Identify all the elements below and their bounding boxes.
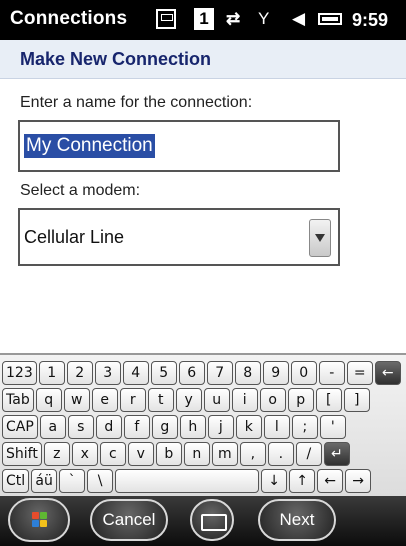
keyboard-row-4: Shift z x c v b n m , . / ↵	[2, 442, 350, 466]
backspace-key[interactable]: ←	[374, 361, 401, 385]
key[interactable]: x	[71, 442, 98, 466]
start-button[interactable]	[8, 498, 70, 542]
key[interactable]: h	[179, 415, 206, 439]
key[interactable]: ]	[343, 388, 370, 412]
key[interactable]: 5	[150, 361, 177, 385]
arrow-left-key[interactable]: ←	[317, 469, 344, 493]
accent-key[interactable]: áü	[31, 469, 58, 493]
connection-name-input[interactable]: My Connection	[18, 120, 340, 172]
keyboard-row-3: CAP a s d f g h j k l ; '	[2, 415, 346, 439]
window-icon[interactable]	[156, 9, 176, 29]
key[interactable]: u	[203, 388, 230, 412]
connection-name-value[interactable]: My Connection	[24, 134, 155, 158]
key[interactable]: y	[175, 388, 202, 412]
key[interactable]: 4	[122, 361, 149, 385]
key[interactable]: '	[319, 415, 346, 439]
key[interactable]: 8	[234, 361, 261, 385]
keyboard-row-2: Tab q w e r t y u i o p [ ]	[2, 388, 370, 412]
next-button[interactable]: Next	[258, 499, 336, 541]
key[interactable]: 0	[290, 361, 317, 385]
key[interactable]: ,	[239, 442, 266, 466]
key[interactable]: /	[295, 442, 322, 466]
signal-icon[interactable]: Y	[258, 8, 269, 30]
key[interactable]: a	[39, 415, 66, 439]
windows-logo-icon	[32, 512, 48, 528]
arrow-up-key[interactable]: ↑	[289, 469, 316, 493]
key[interactable]: m	[211, 442, 238, 466]
cancel-button[interactable]: Cancel	[90, 499, 168, 541]
key[interactable]: 3	[94, 361, 121, 385]
shift-key[interactable]: Shift	[2, 442, 42, 466]
page-heading: Make New Connection	[0, 40, 406, 79]
arrow-right-key[interactable]: →	[345, 469, 372, 493]
key[interactable]: o	[259, 388, 286, 412]
key[interactable]: g	[151, 415, 178, 439]
key[interactable]: z	[43, 442, 70, 466]
keyboard-row-1: 123 1 2 3 4 5 6 7 8 9 0 - = ←	[2, 361, 401, 385]
key[interactable]: j	[207, 415, 234, 439]
modem-label: Select a modem:	[20, 182, 141, 199]
key[interactable]: l	[263, 415, 290, 439]
key[interactable]: q	[35, 388, 62, 412]
key[interactable]: ;	[291, 415, 318, 439]
key[interactable]: 9	[262, 361, 289, 385]
data-connection-icon[interactable]: ⇄	[226, 8, 240, 30]
key[interactable]: k	[235, 415, 262, 439]
chevron-down-icon[interactable]	[309, 219, 331, 257]
key[interactable]: f	[123, 415, 150, 439]
key[interactable]: `	[59, 469, 86, 493]
modem-value[interactable]: Cellular Line	[24, 227, 124, 248]
soft-keyboard: 123 1 2 3 4 5 6 7 8 9 0 - = ← Tab q w e …	[0, 353, 406, 498]
page-title: Make New Connection	[20, 49, 212, 69]
keyboard-toggle-button[interactable]	[190, 499, 234, 541]
app-title: Connections	[10, 8, 128, 29]
caps-key[interactable]: CAP	[2, 415, 38, 439]
tab-key[interactable]: Tab	[2, 388, 34, 412]
notification-count[interactable]: 1	[194, 8, 214, 30]
key[interactable]: [	[315, 388, 342, 412]
status-bar: Connections 1 ⇄ Y ◀ 9:59	[0, 0, 406, 40]
key[interactable]: b	[155, 442, 182, 466]
clock-time[interactable]: 9:59	[352, 9, 388, 31]
key[interactable]: 2	[66, 361, 93, 385]
key[interactable]: \	[87, 469, 114, 493]
battery-icon[interactable]	[318, 13, 342, 25]
key[interactable]: r	[119, 388, 146, 412]
arrow-down-key[interactable]: ↓	[261, 469, 288, 493]
keyboard-row-5: Ctl áü ` \ ↓ ↑ ← →	[2, 469, 372, 493]
key[interactable]: n	[183, 442, 210, 466]
connection-name-label: Enter a name for the connection:	[20, 94, 253, 111]
key[interactable]: e	[91, 388, 118, 412]
key[interactable]: =	[346, 361, 373, 385]
key[interactable]: d	[95, 415, 122, 439]
key[interactable]: c	[99, 442, 126, 466]
keyboard-icon	[201, 514, 227, 531]
ctrl-key[interactable]: Ctl	[2, 469, 30, 493]
sound-icon[interactable]: ◀	[292, 8, 305, 30]
content-area: Make New Connection Enter a name for the…	[0, 40, 406, 353]
key[interactable]: 123	[2, 361, 37, 385]
modem-select[interactable]: Cellular Line	[18, 208, 340, 266]
key[interactable]: w	[63, 388, 90, 412]
enter-key[interactable]: ↵	[323, 442, 350, 466]
bottom-bar: Cancel Next	[0, 496, 406, 546]
space-key[interactable]	[115, 469, 260, 493]
key[interactable]: s	[67, 415, 94, 439]
key[interactable]: 7	[206, 361, 233, 385]
key[interactable]: .	[267, 442, 294, 466]
key[interactable]: v	[127, 442, 154, 466]
key[interactable]: i	[231, 388, 258, 412]
key[interactable]: p	[287, 388, 314, 412]
key[interactable]: 6	[178, 361, 205, 385]
key[interactable]: 1	[38, 361, 65, 385]
key[interactable]: -	[318, 361, 345, 385]
key[interactable]: t	[147, 388, 174, 412]
